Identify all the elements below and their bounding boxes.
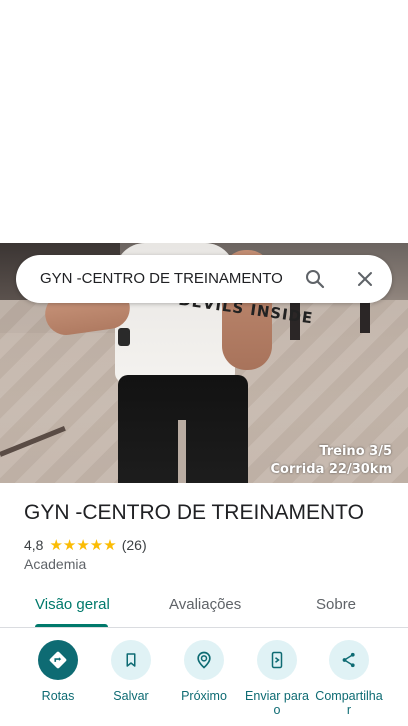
share-button[interactable]: Compartilhar <box>309 640 389 717</box>
tab-indicator <box>35 624 108 627</box>
rating-value: 4,8 <box>24 537 44 553</box>
save-label: Salvar <box>113 689 149 703</box>
rating-stars-icon: ★★★★★ <box>49 537 117 554</box>
send-to-phone-button[interactable]: Enviar para o <box>237 640 317 717</box>
send-to-phone-label: Enviar para o <box>245 689 309 717</box>
close-icon[interactable] <box>353 267 377 291</box>
map-area[interactable] <box>0 0 408 243</box>
directions-icon <box>38 640 78 680</box>
directions-button[interactable]: Rotas <box>18 640 98 703</box>
save-button[interactable]: Salvar <box>91 640 171 703</box>
directions-label: Rotas <box>41 689 75 703</box>
photo-overlay-text: Treino 3/5 <box>319 444 392 459</box>
action-bar: Rotas Salvar Próximo Enviar para o Compa… <box>0 640 408 726</box>
search-icon[interactable] <box>303 267 327 291</box>
place-title: GYN -CENTRO DE TREINAMENTO <box>24 501 364 524</box>
tab-overview[interactable]: Visão geral <box>35 596 110 613</box>
send-to-phone-icon <box>257 640 297 680</box>
share-icon <box>329 640 369 680</box>
place-category[interactable]: Academia <box>24 556 86 572</box>
nearby-icon <box>184 640 224 680</box>
nearby-label: Próximo <box>181 689 227 703</box>
tab-bar: Visão geral Avaliações Sobre <box>0 588 408 628</box>
tab-reviews[interactable]: Avaliações <box>169 596 241 613</box>
photo-leg-gap <box>178 420 186 483</box>
search-bar[interactable]: GYN -CENTRO DE TREINAMENTO <box>16 255 392 303</box>
bookmark-icon <box>111 640 151 680</box>
nearby-button[interactable]: Próximo <box>164 640 244 703</box>
tab-about[interactable]: Sobre <box>316 596 356 613</box>
photo-watch <box>118 328 130 346</box>
photo-overlay-text: Corrida 22/30km <box>270 462 392 477</box>
search-input[interactable]: GYN -CENTRO DE TREINAMENTO <box>40 270 283 287</box>
share-label: Compartilhar <box>315 689 383 717</box>
rating-row[interactable]: 4,8 ★★★★★ (26) <box>24 536 147 554</box>
review-count: (26) <box>121 537 147 553</box>
